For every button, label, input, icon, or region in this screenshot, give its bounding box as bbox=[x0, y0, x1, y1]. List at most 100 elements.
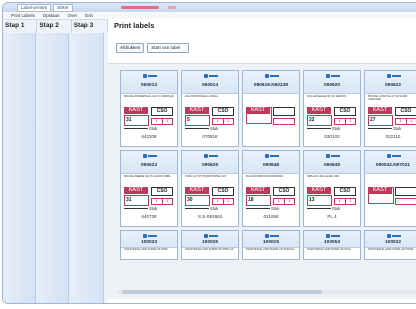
signature-line bbox=[246, 208, 270, 209]
step-1-column bbox=[3, 33, 36, 303]
stuk-label: Stuk bbox=[332, 206, 341, 211]
small-box-b: 1 bbox=[166, 199, 169, 203]
step-3-column bbox=[69, 33, 104, 303]
small-box-a: 1 bbox=[396, 119, 407, 124]
label-code: 080619.N92239 bbox=[253, 83, 289, 88]
label-card[interactable]: 100022 PLESTER ELAND DUFRLAK 6703K bbox=[364, 230, 416, 260]
toolbar: Afdrukken Start van label bbox=[116, 43, 190, 53]
brand-logo-icon bbox=[204, 154, 218, 160]
kast-label: KAST bbox=[185, 187, 209, 194]
steps-columns bbox=[3, 33, 108, 303]
window-tab-1[interactable]: Label-printen bbox=[17, 4, 52, 12]
start-label-field[interactable]: Start van label bbox=[147, 43, 190, 53]
small-box-a: 1 bbox=[274, 199, 285, 204]
step-3[interactable]: Stap 3 bbox=[72, 19, 108, 33]
cso-label: CSO bbox=[334, 187, 356, 196]
stuk-label: Stuk bbox=[393, 126, 402, 131]
cso-label: CSO bbox=[273, 187, 295, 196]
label-code: 090629 bbox=[201, 163, 218, 168]
stuk-label: Stuk bbox=[149, 126, 158, 131]
label-card[interactable]: 090623 BOUDE DEEDE DAYS NAUDO IMBL KAST CSO… bbox=[120, 150, 178, 227]
label-code: 090620 bbox=[323, 83, 340, 88]
step-2-column bbox=[36, 33, 69, 303]
small-box: 11 bbox=[334, 198, 356, 205]
signature-line bbox=[185, 208, 209, 209]
brand-logo-icon bbox=[143, 154, 157, 160]
label-code: 100023 bbox=[140, 240, 157, 245]
menu-over[interactable]: Over bbox=[68, 12, 78, 19]
label-code: 100053 bbox=[323, 240, 340, 245]
menu-opslaan[interactable]: Opslaan bbox=[43, 12, 60, 19]
label-code: 090622 bbox=[384, 83, 401, 88]
small-box-b: 1 bbox=[349, 119, 352, 123]
small-box: 11 bbox=[151, 198, 173, 205]
label-description: DIN LEKLEGEN DYIO LEDOPL bbox=[307, 94, 347, 98]
app-window: Label-printen Etiket Print Labels Opslaa… bbox=[2, 2, 416, 304]
menu-exit[interactable]: Exit bbox=[85, 12, 93, 19]
kast-label: KAST bbox=[185, 107, 209, 114]
small-box bbox=[273, 118, 295, 125]
menu-print-labels[interactable]: Print Labels bbox=[11, 12, 35, 19]
label-card[interactable]: 100023 PLESTER ELAND DUFRLAK 665F bbox=[120, 230, 178, 260]
window-tab-2[interactable]: Etiket bbox=[53, 4, 73, 12]
label-footer-code: 030103 bbox=[324, 134, 340, 139]
label-card[interactable]: 100015 PLESTER ELAND DUFRLAK 6010 EA bbox=[242, 230, 300, 260]
cso-label: CSO bbox=[151, 187, 173, 196]
label-code: 060013 bbox=[140, 83, 157, 88]
label-card[interactable]: 090648 BLOUDODRF DUNNIKRIJNS KAST CSO 18 1 1 St… bbox=[242, 150, 300, 227]
brand-logo-icon bbox=[204, 74, 218, 80]
kast-label: KAST bbox=[368, 187, 392, 194]
label-card[interactable]: 060014 HILLNOSTRADE LUNDAL KAST CSO 5 1 1 Stuk 0… bbox=[181, 70, 239, 147]
small-box-b: 1 bbox=[166, 119, 169, 123]
label-description: INPLAUS DE LEVEU 999 bbox=[307, 174, 340, 178]
label-card[interactable]: 090629 PODC DYOTYFANTPIJPIEF 407 KAST CSO 30… bbox=[181, 150, 239, 227]
label-description: PLESTER ELAND DUFRLAK 665F bbox=[124, 247, 168, 251]
small-box-a: 1 bbox=[213, 119, 224, 124]
small-box-b: 1 bbox=[227, 199, 230, 203]
horizontal-scrollbar[interactable] bbox=[118, 290, 416, 294]
label-description: PLESTER ELAND DUFRLAK 6010 EA bbox=[246, 247, 295, 251]
step-1[interactable]: Stap 1 bbox=[3, 19, 38, 33]
kast-number: 18 bbox=[246, 195, 271, 206]
cso-label: CSO bbox=[212, 107, 234, 116]
step-2[interactable]: Stap 2 bbox=[37, 19, 72, 33]
label-code: 060014 bbox=[201, 83, 218, 88]
label-description: BOUDE DEEDE DAYS NAUDO IMBL bbox=[124, 174, 171, 178]
cso-label: CSO bbox=[212, 187, 234, 196]
steps-header: Stap 1 Stap 2 Stap 3 bbox=[3, 19, 108, 33]
signature-line bbox=[307, 128, 331, 129]
small-box-a: 1 bbox=[152, 119, 163, 124]
small-box: 11 bbox=[395, 118, 416, 125]
label-code: 090623 bbox=[140, 163, 157, 168]
label-card[interactable]: 100026 PLESTER ELAND SUPRLAK 5605 GA bbox=[181, 230, 239, 260]
small-box: 11 bbox=[334, 118, 356, 125]
scrollbar-thumb[interactable] bbox=[122, 290, 322, 294]
kast-label: KAST bbox=[307, 187, 331, 194]
brand-logo-icon bbox=[326, 74, 340, 80]
small-box-b: 1 bbox=[227, 119, 230, 123]
label-card[interactable]: 100053 PLESTER ELAND DUFRLAK 6012 bbox=[303, 230, 361, 260]
cso-box bbox=[395, 187, 416, 196]
label-card[interactable]: 080619.N92239 KAST bbox=[242, 70, 300, 147]
small-box-a: 1 bbox=[213, 199, 224, 204]
brand-logo-icon bbox=[387, 154, 401, 160]
small-box: 11 bbox=[212, 198, 234, 205]
kast-number: 13 bbox=[307, 195, 332, 206]
brand-logo-icon bbox=[265, 74, 279, 80]
brand-logo-icon bbox=[387, 74, 401, 80]
label-card[interactable]: 090620 DIN LEKLEGEN DYIO LEDOPL KAST CSO 22 1… bbox=[303, 70, 361, 147]
kast-number: 31 bbox=[124, 195, 149, 206]
small-box: 11 bbox=[212, 118, 234, 125]
label-grid: 060013 BOUDE RUDERSVAL DAYC UNDPLEK KAST CS… bbox=[120, 70, 416, 260]
small-box-a: 1 bbox=[335, 119, 346, 124]
stuk-label: Stuk bbox=[271, 206, 280, 211]
brand-logo-icon bbox=[143, 74, 157, 80]
label-description: PLESTER ELAND DUFRLAK 6012 bbox=[307, 247, 351, 251]
label-card[interactable]: 090622 BOUDE LOSDYAL DYIF NUDR UNDPLEK KAS… bbox=[364, 70, 416, 147]
label-card[interactable]: 060013 BOUDE RUDERSVAL DAYC UNDPLEK KAST CS… bbox=[120, 70, 178, 147]
label-card[interactable]: 060649 INPLAUS DE LEVEU 999 KAST CSO 13 1 1 Stu… bbox=[303, 150, 361, 227]
label-description: BOUDE RUDERSVAL DAYC UNDPLEK bbox=[124, 94, 174, 98]
label-card[interactable]: 090042.N07021 KAST bbox=[364, 150, 416, 227]
label-footer-code: 642208 bbox=[141, 134, 157, 139]
print-button[interactable]: Afdrukken bbox=[116, 43, 145, 53]
